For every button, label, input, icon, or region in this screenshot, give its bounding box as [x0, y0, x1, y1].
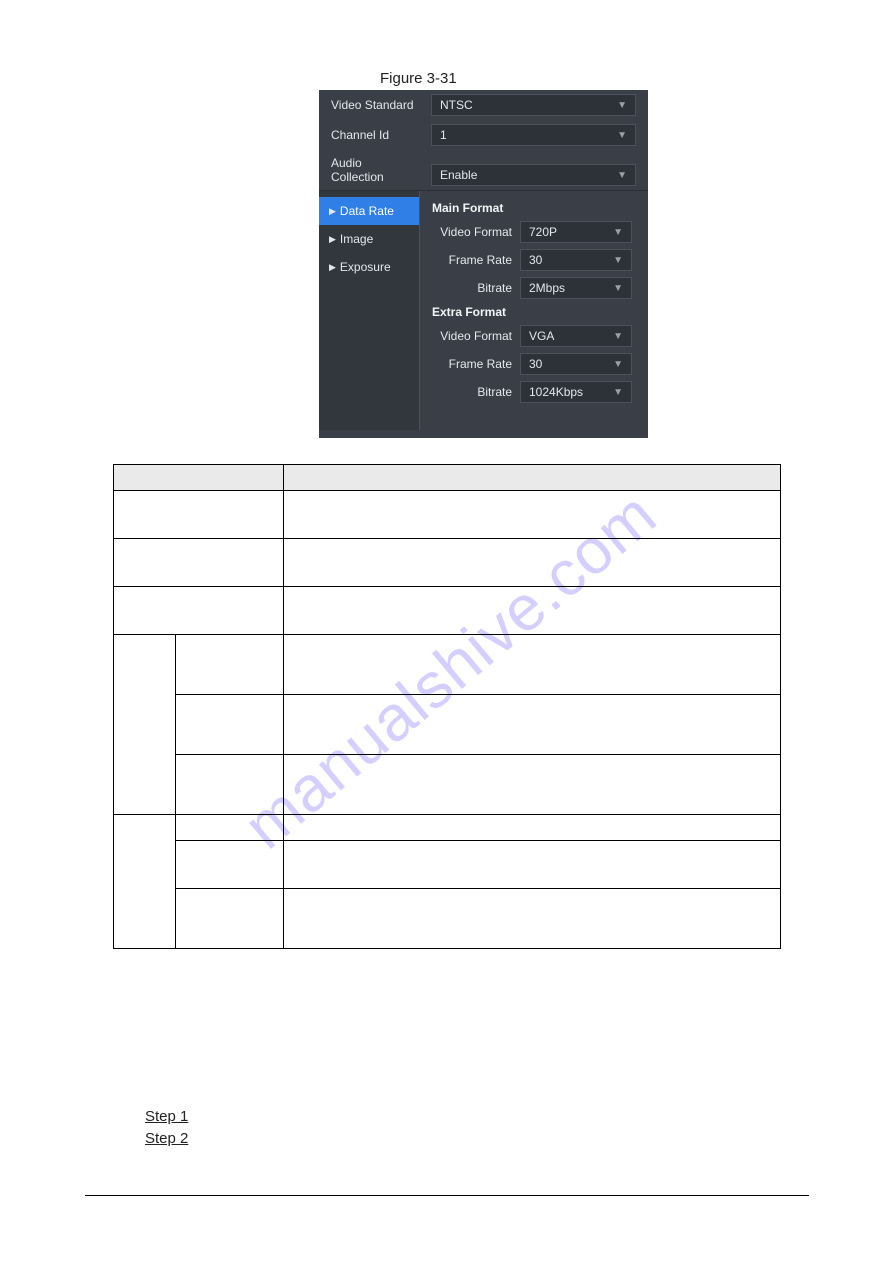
- sidebar-item-label: Image: [340, 232, 373, 246]
- triangle-right-icon: ▶: [329, 234, 336, 245]
- sidebar-item-data-rate[interactable]: ▶ Data Rate: [319, 197, 419, 225]
- channel-id-value: 1: [440, 128, 447, 142]
- chevron-down-icon: ▼: [617, 130, 627, 141]
- table-cell: [284, 491, 781, 539]
- table-cell: [284, 815, 781, 841]
- main-format-title: Main Format: [432, 201, 638, 215]
- extra-frame-rate-value: 30: [529, 357, 542, 371]
- video-standard-label: Video Standard: [331, 96, 431, 114]
- audio-collection-label-line2: Collection: [331, 170, 431, 184]
- extra-bitrate-value: 1024Kbps: [529, 385, 583, 399]
- triangle-right-icon: ▶: [329, 262, 336, 273]
- main-bitrate-label: Bitrate: [430, 281, 520, 295]
- sidebar-item-exposure[interactable]: ▶ Exposure: [319, 253, 419, 281]
- table-cell: [284, 695, 781, 755]
- chevron-down-icon: ▼: [617, 170, 627, 181]
- main-video-format-label: Video Format: [430, 225, 520, 239]
- video-standard-value: NTSC: [440, 98, 473, 112]
- main-frame-rate-label: Frame Rate: [430, 253, 520, 267]
- main-bitrate-select[interactable]: 2Mbps ▼: [520, 277, 632, 299]
- table-cell: [176, 841, 284, 889]
- panel-sidebar: ▶ Data Rate ▶ Image ▶ Exposure: [319, 191, 419, 430]
- extra-frame-rate-label: Frame Rate: [430, 357, 520, 371]
- extra-video-format-value: VGA: [529, 329, 554, 343]
- channel-id-select[interactable]: 1 ▼: [431, 124, 636, 146]
- table-cell: [284, 539, 781, 587]
- chevron-down-icon: ▼: [613, 387, 623, 398]
- extra-bitrate-select[interactable]: 1024Kbps ▼: [520, 381, 632, 403]
- extra-format-title: Extra Format: [432, 305, 638, 319]
- main-frame-rate-value: 30: [529, 253, 542, 267]
- sidebar-item-image[interactable]: ▶ Image: [319, 225, 419, 253]
- sidebar-item-label: Data Rate: [340, 204, 394, 218]
- table-cell: [176, 815, 284, 841]
- channel-id-label: Channel Id: [331, 126, 431, 144]
- triangle-right-icon: ▶: [329, 206, 336, 217]
- sidebar-item-label: Exposure: [340, 260, 391, 274]
- video-standard-select[interactable]: NTSC ▼: [431, 94, 636, 116]
- horizontal-rule: [85, 1195, 809, 1196]
- chevron-down-icon: ▼: [617, 100, 627, 111]
- main-video-format-select[interactable]: 720P ▼: [520, 221, 632, 243]
- table-cell: [176, 695, 284, 755]
- table-cell: [114, 491, 284, 539]
- table-cell: [284, 755, 781, 815]
- extra-bitrate-label: Bitrate: [430, 385, 520, 399]
- chevron-down-icon: ▼: [613, 283, 623, 294]
- table-cell: [114, 635, 176, 815]
- table-cell: [284, 587, 781, 635]
- parameter-table: [113, 464, 781, 949]
- table-cell: [114, 539, 284, 587]
- audio-collection-label-line1: Audio: [331, 156, 431, 170]
- extra-video-format-label: Video Format: [430, 329, 520, 343]
- main-bitrate-value: 2Mbps: [529, 281, 565, 295]
- table-cell: [284, 841, 781, 889]
- config-panel: Video Standard NTSC ▼ Channel Id 1 ▼ Aud…: [319, 90, 648, 438]
- chevron-down-icon: ▼: [613, 227, 623, 238]
- chevron-down-icon: ▼: [613, 359, 623, 370]
- table-cell: [176, 755, 284, 815]
- table-cell: [284, 889, 781, 949]
- table-cell: [114, 815, 176, 949]
- table-cell: [176, 889, 284, 949]
- extra-video-format-select[interactable]: VGA ▼: [520, 325, 632, 347]
- chevron-down-icon: ▼: [613, 255, 623, 266]
- extra-frame-rate-select[interactable]: 30 ▼: [520, 353, 632, 375]
- table-header-1: [114, 465, 284, 491]
- figure-caption: Figure 3-31: [380, 70, 457, 87]
- audio-collection-label: Audio Collection: [331, 154, 431, 186]
- main-video-format-value: 720P: [529, 225, 557, 239]
- chevron-down-icon: ▼: [613, 331, 623, 342]
- audio-collection-value: Enable: [440, 168, 477, 182]
- table-cell: [176, 635, 284, 695]
- table-cell: [284, 635, 781, 695]
- table-header-2: [284, 465, 781, 491]
- main-frame-rate-select[interactable]: 30 ▼: [520, 249, 632, 271]
- step-2-heading: Step 2: [145, 1130, 188, 1147]
- step-1-heading: Step 1: [145, 1108, 188, 1125]
- audio-collection-select[interactable]: Enable ▼: [431, 164, 636, 186]
- table-cell: [114, 587, 284, 635]
- panel-content: Main Format Video Format 720P ▼ Frame Ra…: [419, 191, 648, 430]
